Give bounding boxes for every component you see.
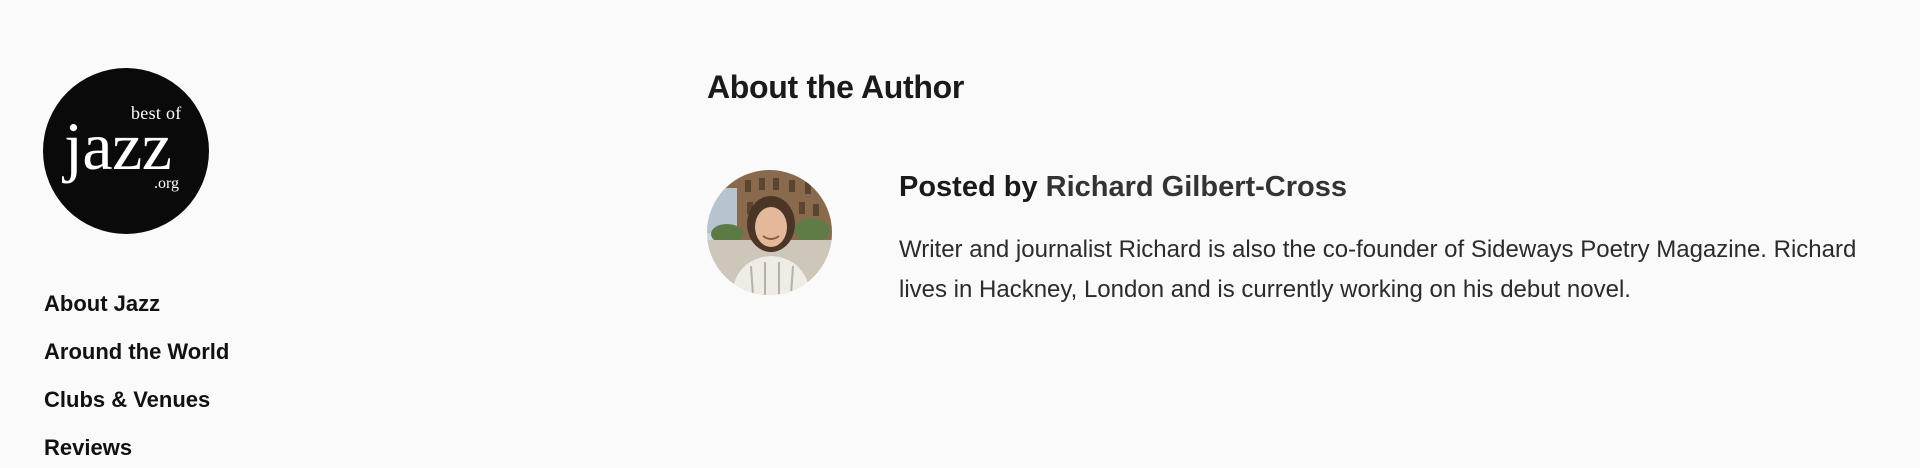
author-photo bbox=[707, 170, 832, 295]
nav-item-clubs-venues[interactable]: Clubs & Venues bbox=[44, 387, 229, 435]
nav-item-around-the-world[interactable]: Around the World bbox=[44, 339, 229, 387]
sidebar-nav: About Jazz Around the World Clubs & Venu… bbox=[44, 291, 229, 468]
author-bio: Writer and journalist Richard is also th… bbox=[899, 236, 1857, 303]
site-logo[interactable]: best of jazz .org bbox=[43, 68, 209, 234]
posted-by: Posted by Richard Gilbert-Cross bbox=[899, 168, 1347, 206]
logo-tld: .org bbox=[154, 175, 180, 192]
about-author-heading: About the Author bbox=[707, 69, 965, 105]
nav-item-reviews[interactable]: Reviews bbox=[44, 435, 229, 468]
posted-prefix: Posted by bbox=[899, 171, 1038, 203]
nav-item-about-jazz[interactable]: About Jazz bbox=[44, 291, 229, 339]
page: best of jazz .org About Jazz Around the … bbox=[0, 0, 1920, 468]
logo-word: jazz bbox=[64, 108, 172, 184]
author-avatar[interactable] bbox=[707, 170, 832, 295]
author-name-link[interactable]: Richard Gilbert-Cross bbox=[1046, 171, 1347, 203]
